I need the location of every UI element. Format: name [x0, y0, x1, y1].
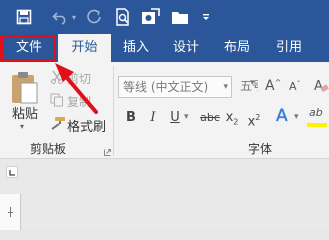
annotation-arrow-icon [55, 63, 98, 114]
